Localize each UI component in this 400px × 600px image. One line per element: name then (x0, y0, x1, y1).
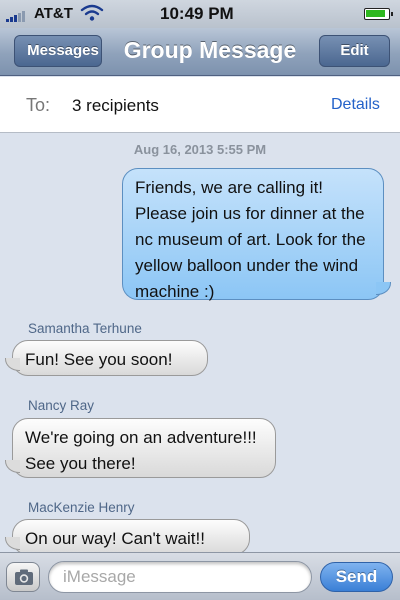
to-label: To: (26, 95, 51, 115)
conversation-thread[interactable]: Aug 16, 2013 5:55 PM Friends, we are cal… (0, 134, 400, 552)
messages-back-button[interactable]: Messages (14, 35, 102, 67)
carrier-name: AT&T (34, 5, 73, 22)
camera-icon (15, 569, 33, 585)
navigation-bar: Messages Group Message Edit (0, 28, 400, 76)
signal-bars-icon (6, 11, 26, 22)
status-time: 10:49 PM (160, 4, 234, 23)
imessage-input[interactable] (48, 561, 312, 593)
page-title: Group Message (123, 37, 297, 63)
send-button[interactable]: Send (320, 562, 393, 592)
sender-name: Samantha Terhune (28, 321, 142, 336)
details-link[interactable]: Details (331, 96, 380, 114)
outgoing-message-bubble[interactable]: Friends, we are calling it! Please join … (122, 168, 391, 301)
status-bar: AT&T 10:49 PM (0, 0, 400, 28)
wifi-icon (80, 4, 104, 21)
recipients-bar[interactable]: To: 3 recipients Details (0, 77, 400, 133)
recipients-count: 3 recipients (72, 96, 159, 115)
sender-name: Nancy Ray (28, 398, 95, 413)
incoming-message-bubble[interactable]: On our way! Can't wait!! (5, 519, 250, 552)
incoming-message-bubble[interactable]: Fun! See you soon! (5, 340, 208, 376)
sender-name: MacKenzie Henry (28, 500, 135, 515)
edit-button[interactable]: Edit (319, 35, 390, 67)
battery-icon (364, 8, 393, 20)
camera-button[interactable] (6, 562, 40, 592)
message-timestamp: Aug 16, 2013 5:55 PM (133, 142, 267, 157)
incoming-message-bubble[interactable]: We're going on an adventure!!! See you t… (5, 418, 276, 478)
compose-bar: Send (0, 552, 400, 600)
